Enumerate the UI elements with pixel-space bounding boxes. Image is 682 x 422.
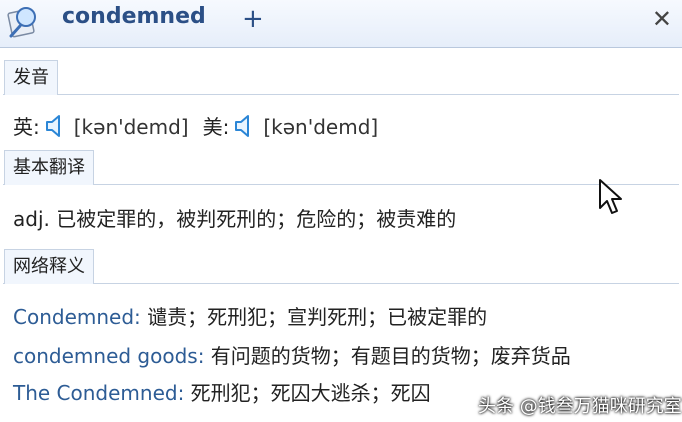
- us-speaker-icon[interactable]: [233, 114, 259, 138]
- web-entry: The Condemned: 死刑犯；死囚大逃杀；死囚: [13, 377, 431, 406]
- section-divider: [3, 94, 679, 95]
- mouse-cursor-icon: [599, 179, 622, 214]
- uk-label: 英:: [13, 115, 40, 139]
- uk-phonetic: [kən'demd]: [73, 115, 189, 139]
- title-bar: condemned + ✕: [0, 0, 682, 48]
- us-phonetic: [kən'demd]: [263, 115, 379, 139]
- section-heading-web: 网络释义: [4, 249, 94, 284]
- section-divider: [3, 184, 679, 185]
- pronunciation-row: 英: [kən'demd] 美: [kən'demd]: [13, 111, 392, 140]
- web-entry: condemned goods: 有问题的货物；有题目的货物；废弃货品: [13, 340, 571, 369]
- section-heading-pronunciation: 发音: [4, 60, 58, 95]
- word-title: condemned: [62, 4, 206, 29]
- us-label: 美:: [202, 115, 230, 139]
- web-entry: Condemned: 谴责；死刑犯；宣判死刑；已被定罪的: [13, 301, 487, 330]
- web-entry-meaning: 谴责；死刑犯；宣判死刑；已被定罪的: [140, 305, 488, 329]
- web-entry-meaning: 死刑犯；死囚大逃杀；死囚: [184, 381, 431, 405]
- web-entry-meaning: 有问题的货物；有题目的货物；废弃货品: [204, 344, 571, 368]
- section-heading-basic: 基本翻译: [4, 150, 94, 185]
- uk-speaker-icon[interactable]: [44, 114, 70, 138]
- add-icon[interactable]: +: [242, 4, 264, 34]
- basic-definition: adj. 已被定罪的，被判死刑的；危险的；被责难的: [13, 207, 457, 231]
- section-divider: [3, 283, 679, 284]
- dictionary-logo-icon: [7, 7, 36, 38]
- web-entry-term[interactable]: condemned goods:: [13, 344, 204, 368]
- watermark: 头条 @钱叁万猫咪研究室: [478, 396, 682, 417]
- web-entry-term[interactable]: The Condemned:: [13, 381, 184, 405]
- web-entry-term[interactable]: Condemned:: [13, 305, 141, 329]
- close-icon[interactable]: ✕: [652, 5, 672, 33]
